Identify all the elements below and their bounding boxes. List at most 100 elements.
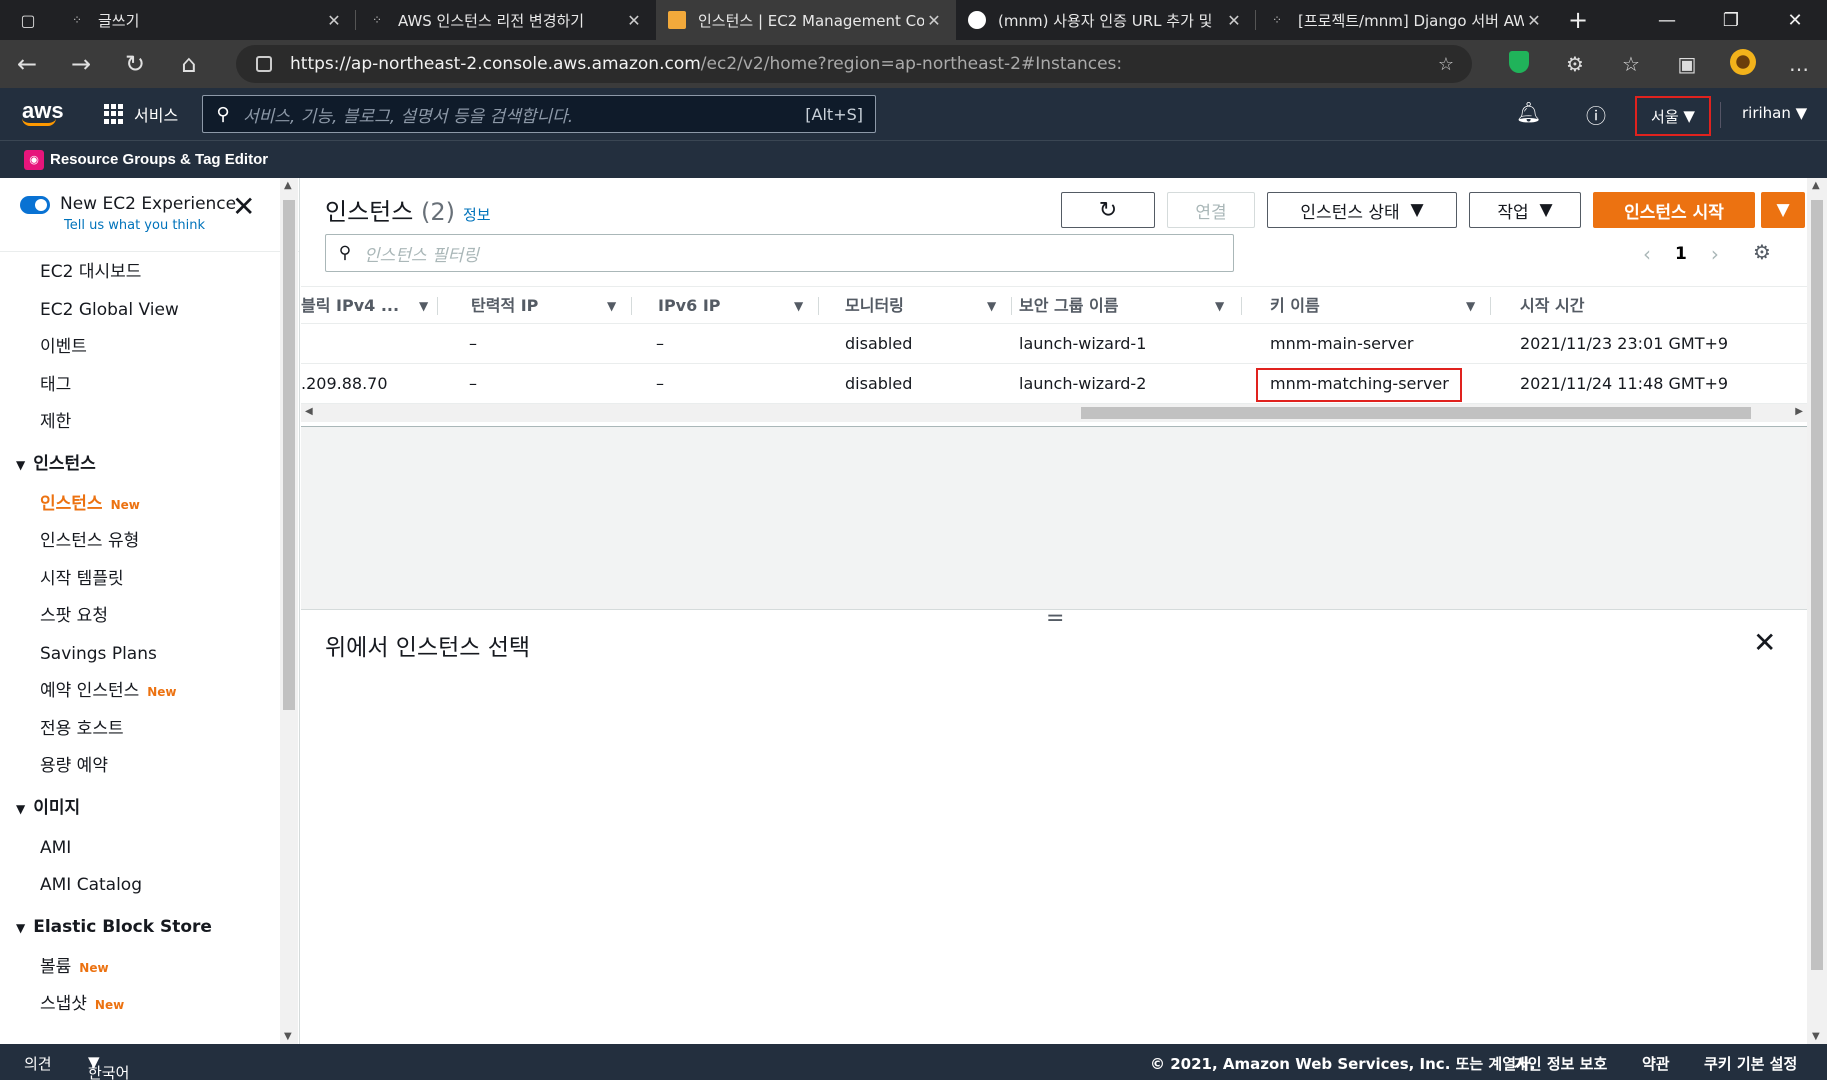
url-field[interactable]: https://ap-northeast-2.console.aws.amazo… [236, 45, 1472, 83]
actions-button[interactable]: 작업 ▼ [1469, 192, 1581, 228]
column-header[interactable]: 키 이름 ▼ [1270, 287, 1491, 325]
sidebar-item-spot-requests[interactable]: 스팟 요청 [0, 598, 280, 636]
shield-extension-icon[interactable] [1491, 50, 1547, 78]
minimize-icon[interactable]: — [1635, 0, 1699, 40]
browser-tab-bar: ▢ ⁘ 글쓰기 ✕ ⁘ AWS 인스턴스 리전 변경하기 ✕ 인스턴스 | EC… [0, 0, 1827, 40]
tab-actions-icon[interactable]: ▢ [0, 0, 56, 40]
sidebar-item-global-view[interactable]: EC2 Global View [0, 292, 280, 330]
resource-groups-link[interactable]: Resource Groups & Tag Editor [50, 151, 268, 168]
launch-dropdown-button[interactable]: ▼ [1761, 192, 1805, 228]
page-vertical-scrollbar[interactable]: ▲ ▼ [1807, 178, 1827, 1044]
close-tab-icon[interactable]: ✕ [324, 11, 344, 30]
caret-down-icon: ▼ [16, 801, 26, 816]
sidebar-item-ami[interactable]: AMI [0, 830, 280, 868]
close-icon[interactable]: ✕ [232, 190, 255, 223]
lock-icon [256, 56, 272, 72]
table-horizontal-scrollbar[interactable]: ◀ ▶ [301, 404, 1807, 422]
sidebar-item-dedicated-hosts[interactable]: 전용 호스트 [0, 711, 280, 749]
column-header[interactable]: 블릭 IPv4 ... ▼ [301, 287, 441, 325]
region-selector[interactable]: 서울 ▼ [1635, 96, 1711, 136]
resize-handle-icon[interactable]: = [1046, 606, 1064, 631]
sidebar-item-savings-plans[interactable]: Savings Plans [0, 636, 280, 674]
privacy-link[interactable]: 개인 정보 보호 [1514, 1053, 1607, 1074]
url-host: https://ap-northeast-2.console.aws.amazo… [290, 54, 701, 74]
home-icon[interactable]: ⌂ [162, 50, 216, 78]
sidebar-item-instance-types[interactable]: 인스턴스 유형 [0, 523, 280, 561]
services-menu[interactable]: 서비스 [104, 102, 178, 126]
pagination: ‹ 1 › [1631, 242, 1731, 266]
refresh-icon[interactable]: ↻ [108, 50, 162, 78]
sidebar-item-limits[interactable]: 제한 [0, 404, 280, 442]
github-icon [968, 11, 986, 29]
sidebar-scrollbar[interactable]: ▲ ▼ [280, 178, 298, 1044]
instance-filter-input[interactable]: ⚲ 인스턴스 필터링 [325, 234, 1234, 272]
help-icon[interactable]: ⓘ [1586, 100, 1606, 129]
feedback-link[interactable]: Tell us what you think [64, 218, 205, 233]
table-row[interactable]: – – disabled launch-wizard-1 mnm-main-se… [301, 324, 1807, 364]
search-input[interactable]: ⚲ 서비스, 기능, 블로그, 설명서 등을 검색합니다. [Alt+S] [202, 95, 876, 133]
browser-tab[interactable]: ⁘ [프로젝트/mnm] Django 서버 AWS ✕ [1256, 0, 1556, 40]
close-tab-icon[interactable]: ✕ [1524, 11, 1544, 30]
launch-instance-button[interactable]: 인스턴스 시작 [1593, 192, 1755, 228]
column-header[interactable]: 모니터링 ▼ [845, 287, 1025, 325]
more-menu-icon[interactable]: … [1771, 52, 1827, 76]
sidebar-item-dashboard[interactable]: EC2 대시보드 [0, 254, 280, 292]
favorites-icon[interactable]: ☆ [1603, 52, 1659, 76]
extensions-icon[interactable]: ⚙ [1547, 52, 1603, 76]
prev-page-icon[interactable]: ‹ [1643, 242, 1651, 266]
close-tab-icon[interactable]: ✕ [924, 11, 944, 30]
sidebar-section-ebs[interactable]: ▼ Elastic Block Store [0, 905, 280, 949]
sidebar-item-reserved-instances[interactable]: 예약 인스턴스 New [0, 673, 280, 711]
refresh-button[interactable]: ↻ [1061, 192, 1155, 228]
settings-gear-icon[interactable]: ⚙ [1753, 240, 1771, 264]
new-experience-toggle[interactable] [20, 196, 50, 214]
aws-logo[interactable]: aws [22, 98, 64, 126]
instance-state-button[interactable]: 인스턴스 상태 ▼ [1267, 192, 1457, 228]
info-link[interactable]: 정보 [463, 206, 491, 224]
sidebar-item-tags[interactable]: 태그 [0, 367, 280, 405]
close-window-icon[interactable]: ✕ [1763, 0, 1827, 40]
refresh-icon: ↻ [1098, 197, 1118, 223]
close-tab-icon[interactable]: ✕ [1224, 11, 1244, 30]
browser-tab[interactable]: ⁘ AWS 인스턴스 리전 변경하기 ✕ [356, 0, 656, 40]
browser-tab-active[interactable]: 인스턴스 | EC2 Management Console ✕ [656, 0, 956, 40]
notifications-bell-icon[interactable]: 🔔︎ [1516, 100, 1541, 124]
column-header[interactable]: 보안 그룹 이름 ▼ [1019, 287, 1242, 325]
column-header[interactable]: 시작 시간 [1520, 287, 1720, 325]
browser-tab[interactable]: ⁘ 글쓰기 ✕ [56, 0, 356, 40]
close-tab-icon[interactable]: ✕ [624, 11, 644, 30]
favorite-star-icon[interactable]: ☆ [1438, 54, 1454, 75]
language-selector[interactable]: 한국어 ▼ [88, 1053, 129, 1082]
caret-down-icon: ▼ [1539, 200, 1553, 220]
feedback-link[interactable]: 의견 [24, 1053, 52, 1074]
caret-down-icon: ▼ [16, 457, 26, 472]
sidebar-item-launch-templates[interactable]: 시작 템플릿 [0, 561, 280, 599]
close-icon[interactable]: ✕ [1753, 626, 1776, 659]
browser-tab[interactable]: (mnm) 사용자 인증 URL 추가 및 ✕ [956, 0, 1256, 40]
table-row[interactable]: .209.88.70 – – disabled launch-wizard-2 … [301, 364, 1807, 404]
profile-avatar[interactable] [1715, 48, 1771, 80]
sidebar-item-capacity-reservations[interactable]: 용량 예약 [0, 748, 280, 786]
column-header[interactable]: 탄력적 IP ▼ [471, 287, 651, 325]
restore-icon[interactable]: ❐ [1699, 0, 1763, 40]
forward-icon[interactable]: → [54, 50, 108, 78]
sidebar-item-events[interactable]: 이벤트 [0, 329, 280, 367]
connect-button[interactable]: 연결 [1167, 192, 1255, 228]
cookie-preferences-link[interactable]: 쿠키 기본 설정 [1704, 1053, 1797, 1074]
page-number[interactable]: 1 [1675, 244, 1687, 264]
terms-link[interactable]: 약관 [1642, 1053, 1670, 1074]
sidebar-section-images[interactable]: ▼ 이미지 [0, 786, 280, 830]
back-icon[interactable]: ← [0, 50, 54, 78]
sidebar-item-volumes[interactable]: 볼륨 New [0, 949, 280, 987]
column-header[interactable]: IPv6 IP ▼ [658, 287, 838, 325]
sidebar-section-instances[interactable]: ▼ 인스턴스 [0, 442, 280, 486]
sidebar-item-ami-catalog[interactable]: AMI Catalog [0, 867, 280, 905]
address-bar: ← → ↻ ⌂ https://ap-northeast-2.console.a… [0, 40, 1827, 88]
next-page-icon[interactable]: › [1711, 242, 1719, 266]
user-menu[interactable]: ririhan ▼ [1742, 104, 1807, 122]
new-tab-icon[interactable]: + [1556, 0, 1600, 40]
sidebar-item-instances[interactable]: 인스턴스 New [0, 486, 280, 524]
resource-groups-icon: ◉ [24, 149, 44, 170]
collections-icon[interactable]: ▣ [1659, 52, 1715, 76]
sidebar-item-snapshots[interactable]: 스냅샷 New [0, 986, 280, 1024]
